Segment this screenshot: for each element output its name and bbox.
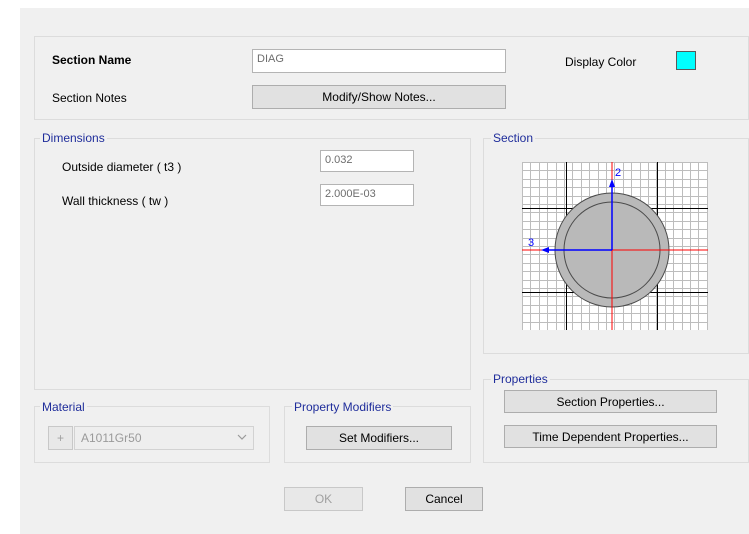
section-preview-title: Section: [491, 131, 536, 145]
material-select[interactable]: A1011Gr50: [74, 426, 254, 450]
axis-3-label: 3: [528, 237, 534, 249]
set-modifiers-button[interactable]: Set Modifiers...: [306, 426, 452, 450]
section-property-dialog: Section Name DIAG Display Color Section …: [20, 8, 749, 534]
modify-show-notes-button[interactable]: Modify/Show Notes...: [252, 85, 506, 109]
section-name-input[interactable]: DIAG: [252, 49, 506, 73]
display-color-label: Display Color: [565, 55, 637, 69]
axis-2-label: 2: [615, 167, 621, 179]
outside-diameter-input[interactable]: 0.032: [320, 150, 414, 172]
property-modifiers-title: Property Modifiers: [292, 400, 394, 414]
section-preview-canvas: 2 3: [522, 162, 708, 330]
wall-thickness-input[interactable]: 2.000E-03: [320, 184, 414, 206]
chevron-down-icon: [237, 434, 247, 440]
time-dependent-properties-button[interactable]: Time Dependent Properties...: [504, 425, 717, 448]
dimensions-group: [34, 138, 471, 390]
section-name-label: Section Name: [52, 53, 132, 67]
material-select-value: A1011Gr50: [81, 431, 142, 445]
ok-button[interactable]: OK: [284, 487, 363, 511]
add-material-button[interactable]: +: [48, 426, 73, 450]
cancel-button[interactable]: Cancel: [405, 487, 483, 511]
outside-diameter-label: Outside diameter ( t3 ): [62, 160, 182, 174]
dimensions-title: Dimensions: [40, 131, 107, 145]
display-color-swatch[interactable]: [676, 51, 696, 70]
section-notes-label: Section Notes: [52, 91, 127, 105]
material-title: Material: [40, 400, 87, 414]
section-properties-button[interactable]: Section Properties...: [504, 390, 717, 413]
wall-thickness-label: Wall thickness ( tw ): [62, 194, 169, 208]
properties-title: Properties: [491, 372, 550, 386]
